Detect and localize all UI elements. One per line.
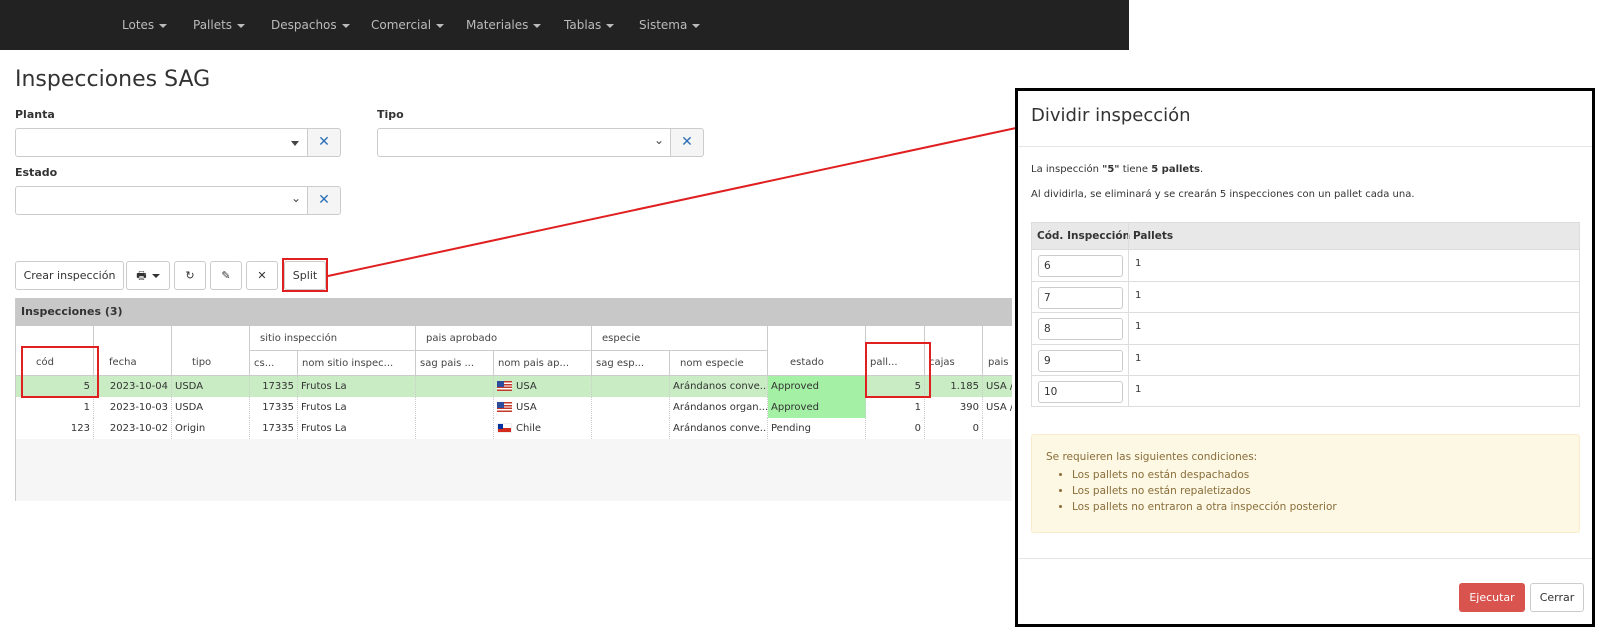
pallets-value: 1 xyxy=(1135,353,1142,364)
pallets-value: 1 xyxy=(1135,258,1142,269)
connector-line xyxy=(327,127,1017,277)
pallets-value: 1 xyxy=(1135,321,1142,332)
execute-button[interactable]: Ejecutar xyxy=(1459,583,1525,612)
modal-title: Dividir inspección xyxy=(1031,105,1191,126)
codigo-input[interactable]: 8 xyxy=(1038,318,1123,340)
codigo-input[interactable]: 7 xyxy=(1038,287,1123,309)
split-row: 10 1 xyxy=(1032,375,1579,406)
condition-item: Los pallets no entraron a otra inspecció… xyxy=(1072,499,1337,515)
modal-message-1: La inspección "5" tiene 5 pallets. xyxy=(1031,164,1203,175)
modal-footer-divider xyxy=(1018,558,1592,559)
msg-text: . xyxy=(1199,164,1204,175)
msg-text: La inspección xyxy=(1031,164,1103,175)
codigo-input[interactable]: 6 xyxy=(1038,255,1123,277)
split-row: 6 1 xyxy=(1032,249,1579,281)
conditions-list: Los pallets no están despachados Los pal… xyxy=(1072,467,1337,515)
msg-count: 5 pallets xyxy=(1151,164,1200,175)
pallets-value: 1 xyxy=(1135,384,1142,395)
pallets-value: 1 xyxy=(1135,290,1142,301)
condition-item: Los pallets no están repaletizados xyxy=(1072,483,1337,499)
split-row: 8 1 xyxy=(1032,312,1579,344)
col-header-pallets: Pallets xyxy=(1133,230,1174,242)
modal-message-2: Al dividirla, se eliminará y se crearán … xyxy=(1031,189,1415,200)
codigo-input[interactable]: 10 xyxy=(1038,381,1123,403)
split-row: 9 1 xyxy=(1032,344,1579,375)
codigo-input[interactable]: 9 xyxy=(1038,350,1123,372)
modal-header-divider xyxy=(1018,146,1592,147)
msg-code: "5" xyxy=(1102,164,1120,175)
split-inspection-modal: Dividir inspección La inspección "5" tie… xyxy=(1015,88,1595,627)
msg-text: tiene xyxy=(1119,164,1152,175)
col-header-codigo: Cód. Inspección xyxy=(1037,230,1131,242)
split-table: Cód. Inspección Pallets 6 1 7 1 8 1 9 1 … xyxy=(1031,222,1580,407)
alert-heading: Se requieren las siguientes condiciones: xyxy=(1046,451,1258,463)
condition-item: Los pallets no están despachados xyxy=(1072,467,1337,483)
conditions-alert: Se requieren las siguientes condiciones:… xyxy=(1031,434,1580,533)
split-row: 7 1 xyxy=(1032,281,1579,312)
close-button[interactable]: Cerrar xyxy=(1530,583,1584,612)
